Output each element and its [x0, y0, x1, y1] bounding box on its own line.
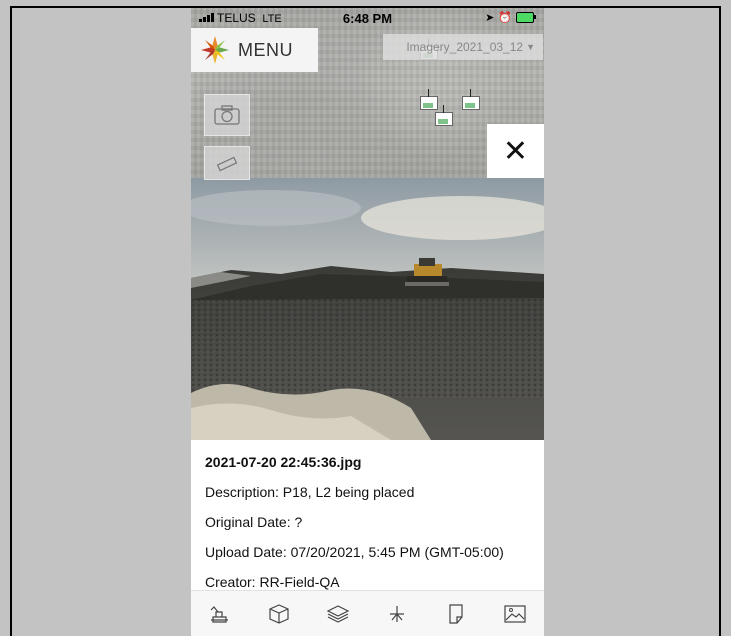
- phone-screen: TELUS LTE 6:48 PM ➤ ⏰ MENU Imagery_2021_…: [191, 8, 544, 636]
- tab-excavator[interactable]: [200, 596, 240, 632]
- measure-button[interactable]: [204, 146, 250, 180]
- app-logo-icon: [201, 36, 229, 64]
- imagery-select[interactable]: Imagery_2021_03_12 ▼: [383, 34, 543, 60]
- photo-creator: Creator: RR-Field-QA: [205, 574, 340, 590]
- close-icon: ✕: [502, 134, 529, 168]
- tab-images[interactable]: [495, 596, 535, 632]
- photo-upload-date: Upload Date: 07/20/2021, 5:45 PM (GMT-05…: [205, 544, 504, 560]
- ruler-icon: [216, 156, 238, 172]
- bottom-tab-bar: [191, 590, 544, 636]
- map-marker[interactable]: [462, 89, 480, 110]
- tab-documents[interactable]: [436, 596, 476, 632]
- location-icon: ➤: [485, 12, 495, 24]
- layers-icon: [326, 605, 350, 623]
- camera-button[interactable]: [204, 94, 250, 136]
- survey-point-icon: [389, 606, 404, 622]
- tab-survey[interactable]: [377, 596, 417, 632]
- close-button[interactable]: ✕: [487, 124, 544, 178]
- menu-button[interactable]: MENU: [191, 28, 318, 72]
- alarm-icon: ⏰: [498, 12, 512, 24]
- camera-icon: [214, 105, 240, 125]
- photo-original-date: Original Date: ?: [205, 514, 303, 530]
- photo-filename: 2021-07-20 22:45:36.jpg: [205, 454, 362, 470]
- imagery-select-value: Imagery_2021_03_12: [406, 40, 524, 54]
- excavator-icon: [210, 606, 229, 623]
- chevron-down-icon: ▼: [526, 42, 535, 52]
- document-icon: [449, 604, 463, 624]
- battery-icon: [516, 12, 536, 23]
- map-marker[interactable]: [435, 105, 453, 126]
- site-photo[interactable]: [191, 178, 544, 440]
- box-icon: [269, 604, 289, 624]
- menu-label: MENU: [238, 39, 293, 60]
- tab-3d-model[interactable]: [259, 596, 299, 632]
- status-icons: ➤ ⏰: [485, 11, 536, 24]
- photo-info: 2021-07-20 22:45:36.jpg Description: P18…: [205, 454, 535, 604]
- image-icon: [503, 605, 526, 623]
- photo-description: Description: P18, L2 being placed: [205, 484, 415, 500]
- tab-layers[interactable]: [318, 596, 358, 632]
- status-bar: TELUS LTE 6:48 PM ➤ ⏰: [191, 8, 544, 28]
- map-marker[interactable]: [420, 89, 438, 110]
